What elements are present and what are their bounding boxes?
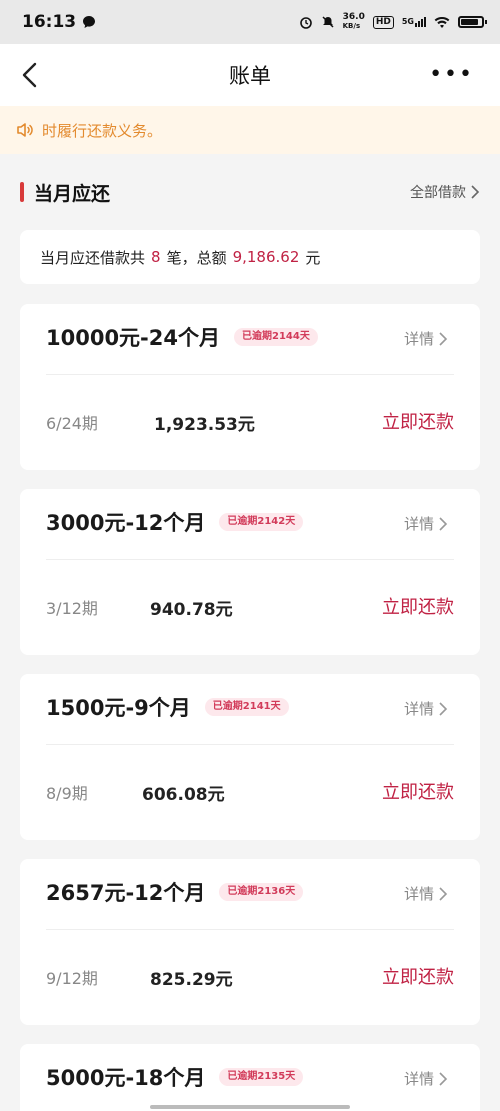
card-divider [46,559,454,560]
repay-now-button[interactable]: 立即还款 [382,408,454,434]
card-divider [46,929,454,930]
installment-period: 9/12期 [46,969,98,988]
loan-card: 5000元-18个月 已逾期2135天 详情 [20,1044,480,1111]
nav-bar: 账单 ••• [0,44,500,106]
overdue-badge: 已逾期2144天 [234,328,318,346]
overdue-badge: 已逾期2135天 [219,1068,304,1086]
overdue-badge: 已逾期2141天 [204,698,289,716]
installment-amount: 825.29元 [150,970,233,990]
section-header: 当月应还 全部借款 [20,172,480,212]
status-bar: 16:13 36.0 KB/s HD 5G [0,0,500,44]
overdue-badge: 已逾期2142天 [219,513,304,531]
back-arrow-icon[interactable] [16,60,46,90]
detail-link[interactable]: 详情 [404,513,448,534]
installment-period: 3/12期 [46,599,98,618]
signal-icon: 5G [402,17,426,27]
loan-title: 3000元-12个月 已逾期2142天 [46,507,304,537]
network-speed: 36.0 KB/s [342,12,365,31]
chevron-right-icon [471,185,480,199]
page-title: 账单 [229,64,271,88]
loan-title: 10000元-24个月 已逾期2144天 [46,322,318,352]
speaker-icon [17,123,33,137]
home-indicator[interactable] [150,1105,350,1109]
card-divider [46,374,454,375]
section-accent-bar [20,182,24,202]
chevron-right-icon [439,516,448,531]
card-divider [46,744,454,745]
loan-title: 5000元-18个月 已逾期2135天 [46,1062,304,1092]
detail-link[interactable]: 详情 [404,328,448,349]
status-bar-right: 36.0 KB/s HD 5G [299,12,487,31]
loan-card: 1500元-9个月 已逾期2141天 详情 8/9期 606.08元 立即还款 [20,674,480,840]
monthly-summary: 当月应还借款共 8 笔，总额 9,186.62 元 [20,230,480,284]
repay-now-button[interactable]: 立即还款 [382,593,454,619]
loan-title: 2657元-12个月 已逾期2136天 [46,877,304,907]
detail-link[interactable]: 详情 [404,883,448,904]
chevron-right-icon [439,701,448,716]
chevron-right-icon [439,331,448,346]
total-amount: 9,186.62 [232,248,300,266]
loan-title: 1500元-9个月 已逾期2141天 [46,692,289,722]
installment-period: 8/9期 [46,784,88,803]
mute-icon [322,16,334,28]
repay-now-button[interactable]: 立即还款 [382,963,454,989]
chevron-right-icon [439,1071,448,1086]
installment-amount: 606.08元 [142,785,225,805]
notice-banner: 时履行还款义务。 [0,106,500,154]
hd-icon: HD [372,15,394,29]
chevron-right-icon [439,886,448,901]
status-bar-left: 16:13 [22,12,96,32]
repay-now-button[interactable]: 立即还款 [382,778,454,804]
detail-link[interactable]: 详情 [404,1068,448,1089]
installment-amount: 1,923.53元 [154,415,255,435]
alarm-icon [299,17,312,29]
loan-card: 2657元-12个月 已逾期2136天 详情 9/12期 825.29元 立即还… [20,859,480,1025]
all-loans-link[interactable]: 全部借款 [410,182,480,202]
more-options-icon[interactable]: ••• [429,62,474,87]
loan-card: 10000元-24个月 已逾期2144天 详情 6/24期 1,923.53元 … [20,304,480,470]
loan-card: 3000元-12个月 已逾期2142天 详情 3/12期 940.78元 立即还… [20,489,480,655]
notice-text: 时履行还款义务。 [42,121,163,140]
battery-icon [458,16,487,28]
installment-amount: 940.78元 [150,600,233,620]
status-time: 16:13 [22,12,77,32]
installment-period: 6/24期 [46,414,98,433]
loan-count: 8 [151,248,161,266]
detail-link[interactable]: 详情 [404,698,448,719]
overdue-badge: 已逾期2136天 [219,883,304,901]
section-title: 当月应还 [20,179,110,206]
wifi-icon [434,16,450,28]
chat-bubble-icon [83,16,96,28]
